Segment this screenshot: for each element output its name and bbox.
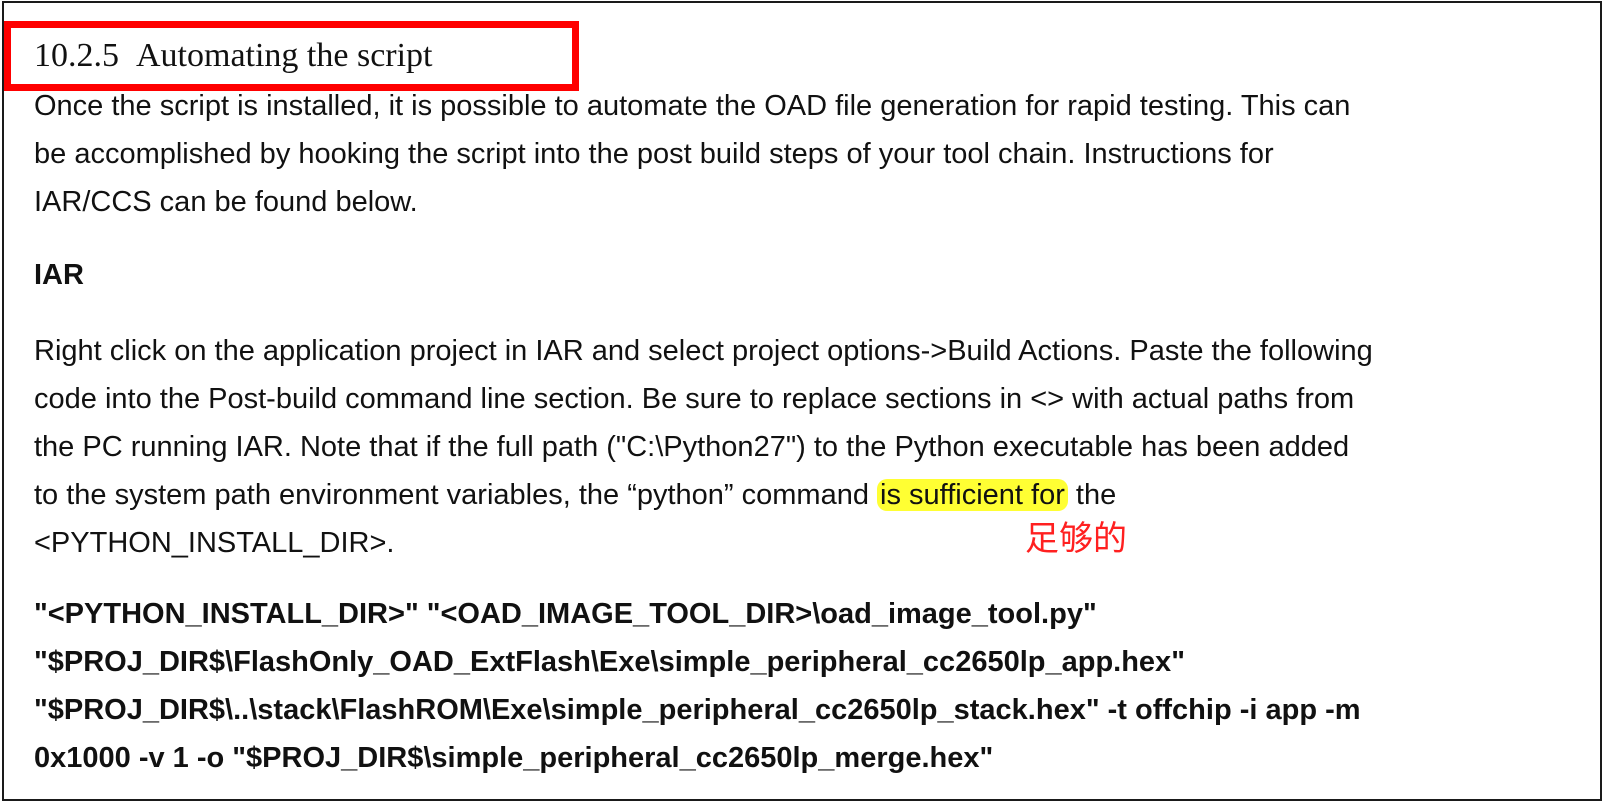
handwritten-annotation: 足够的 <box>1025 519 1127 559</box>
highlighted-phrase: is sufficient for <box>877 479 1068 511</box>
command-line: "<PYTHON_INSTALL_DIR>" "<OAD_IMAGE_TOOL_… <box>34 598 1097 630</box>
command-line: "$PROJ_DIR$\..\stack\FlashROM\Exe\simple… <box>34 694 1361 726</box>
command-line: 0x1000 -v 1 -o "$PROJ_DIR$\simple_periph… <box>34 742 994 774</box>
section-heading: 10.2.5 Automating the script <box>34 36 433 76</box>
section-title: Automating the script <box>136 37 433 74</box>
body-line: code into the Post-build command line se… <box>34 383 1355 415</box>
intro-paragraph: Once the script is installed, it is poss… <box>34 82 1350 226</box>
iar-heading: IAR <box>34 259 84 291</box>
intro-line: IAR/CCS can be found below. <box>34 186 418 218</box>
body-line-text: the <box>1067 479 1117 511</box>
post-build-command: "<PYTHON_INSTALL_DIR>" "<OAD_IMAGE_TOOL_… <box>34 590 1361 782</box>
body-line: <PYTHON_INSTALL_DIR>. <box>34 527 395 559</box>
intro-line: be accomplished by hooking the script in… <box>34 138 1274 170</box>
body-line: Right click on the application project i… <box>34 335 1373 367</box>
body-line: to the system path environment variables… <box>34 471 1373 519</box>
body-line-text: to the system path environment variables… <box>34 479 878 511</box>
iar-instructions-paragraph: Right click on the application project i… <box>34 327 1373 567</box>
body-line: the PC running IAR. Note that if the ful… <box>34 431 1350 463</box>
section-number: 10.2.5 <box>34 37 119 74</box>
command-line: "$PROJ_DIR$\FlashOnly_OAD_ExtFlash\Exe\s… <box>34 646 1185 678</box>
